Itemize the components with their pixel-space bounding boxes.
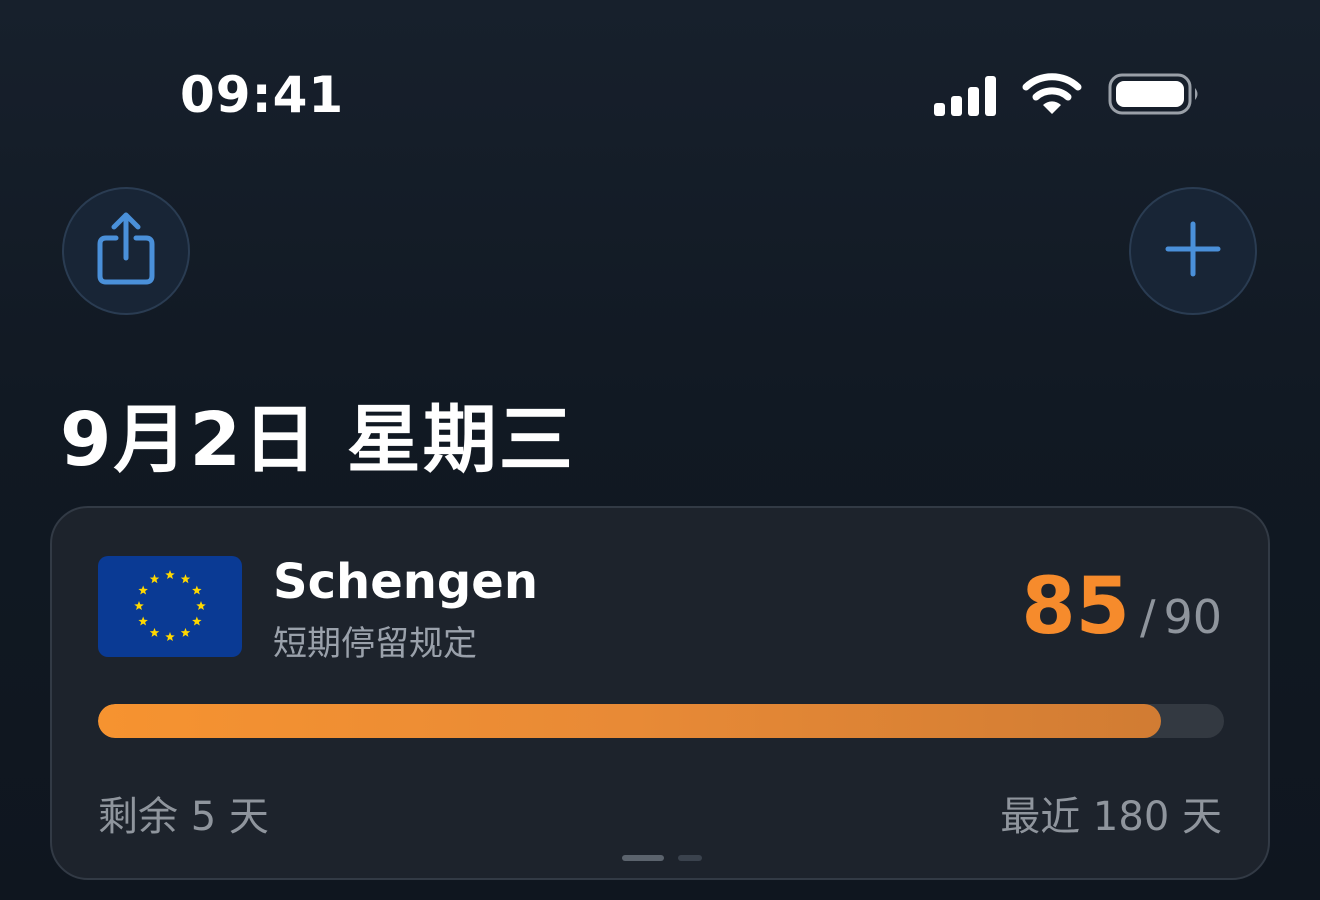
- battery-icon: [1108, 72, 1202, 116]
- progress-bar: [98, 704, 1224, 738]
- page-dot-active: [622, 855, 664, 861]
- rolling-period: 最近 180 天: [1000, 794, 1222, 840]
- days-counter: 85 / 90: [1021, 562, 1222, 652]
- share-button[interactable]: [62, 187, 190, 315]
- status-time: 09:41: [180, 66, 345, 124]
- plus-icon: [1165, 221, 1221, 281]
- page-indicator: [622, 855, 702, 861]
- status-bar: 09:41: [0, 0, 1320, 180]
- wifi-icon: [1022, 72, 1082, 116]
- card-title: Schengen: [273, 554, 539, 610]
- used-days: 85: [1021, 562, 1130, 652]
- card-subtitle: 短期停留规定: [273, 624, 477, 664]
- page-title: 9月2日 星期三: [60, 397, 575, 483]
- progress-fill: [98, 704, 1161, 738]
- eu-flag-icon: [98, 556, 242, 657]
- remaining-days: 剩余 5 天: [98, 794, 269, 840]
- status-icons: [934, 72, 1202, 116]
- add-button[interactable]: [1129, 187, 1257, 315]
- cellular-signal-icon: [934, 72, 996, 116]
- count-separator: /: [1139, 590, 1156, 644]
- schengen-card[interactable]: Schengen 短期停留规定 85 / 90 剩余 5 天 最近 180 天: [50, 506, 1270, 880]
- share-icon: [94, 210, 158, 292]
- total-days: 90: [1163, 590, 1222, 644]
- page-dot: [678, 855, 702, 861]
